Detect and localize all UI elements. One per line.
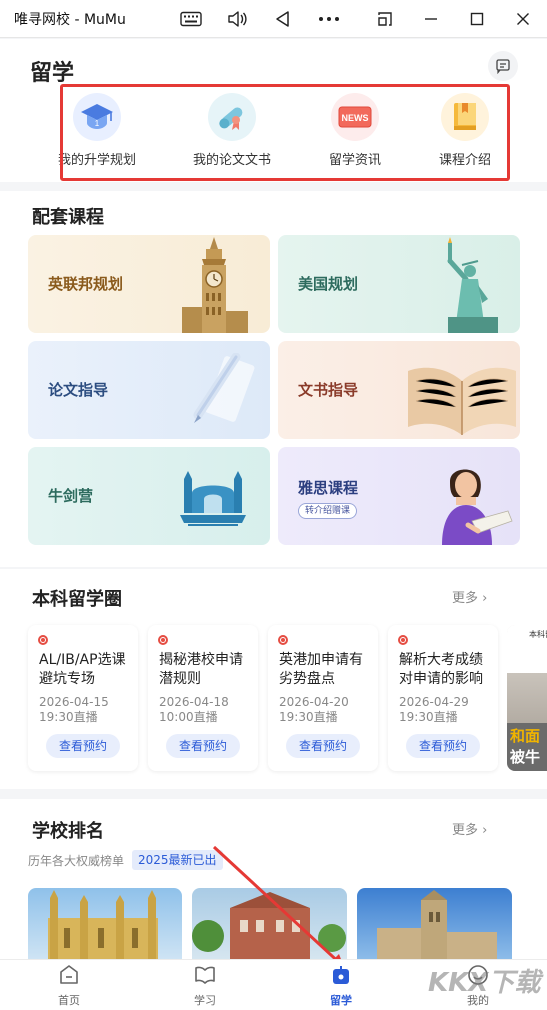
app-page: 留学 1 我的升学规划 我的论文文书 NEWS 留学资讯 课程介绍 配套课程 英… bbox=[0, 39, 547, 959]
home-icon bbox=[60, 965, 78, 984]
restore-window-icon[interactable] bbox=[374, 9, 396, 29]
maximize-icon[interactable] bbox=[466, 9, 488, 29]
keyboard-icon[interactable] bbox=[180, 9, 202, 29]
nav-study-abroad[interactable]: 留学 bbox=[301, 964, 381, 1008]
annotation-arrow bbox=[212, 845, 341, 959]
back-triangle-icon[interactable] bbox=[272, 9, 294, 29]
close-icon[interactable] bbox=[512, 9, 534, 29]
volume-icon[interactable] bbox=[226, 9, 248, 29]
watermark: KKX下载 bbox=[428, 968, 541, 998]
more-dots-icon[interactable] bbox=[318, 9, 340, 29]
nav-home[interactable]: 首页 bbox=[29, 964, 109, 1008]
study-abroad-icon bbox=[333, 966, 349, 984]
emulator-title-bar: 唯寻网校 - MuMu bbox=[0, 0, 547, 38]
bottom-navigation: 首页 学习 留学 我的 KKX下载 bbox=[0, 959, 547, 1010]
minimize-icon[interactable] bbox=[420, 9, 442, 29]
window-title: 唯寻网校 - MuMu bbox=[14, 11, 126, 28]
book-open-icon bbox=[195, 966, 215, 984]
nav-study[interactable]: 学习 bbox=[165, 964, 245, 1008]
